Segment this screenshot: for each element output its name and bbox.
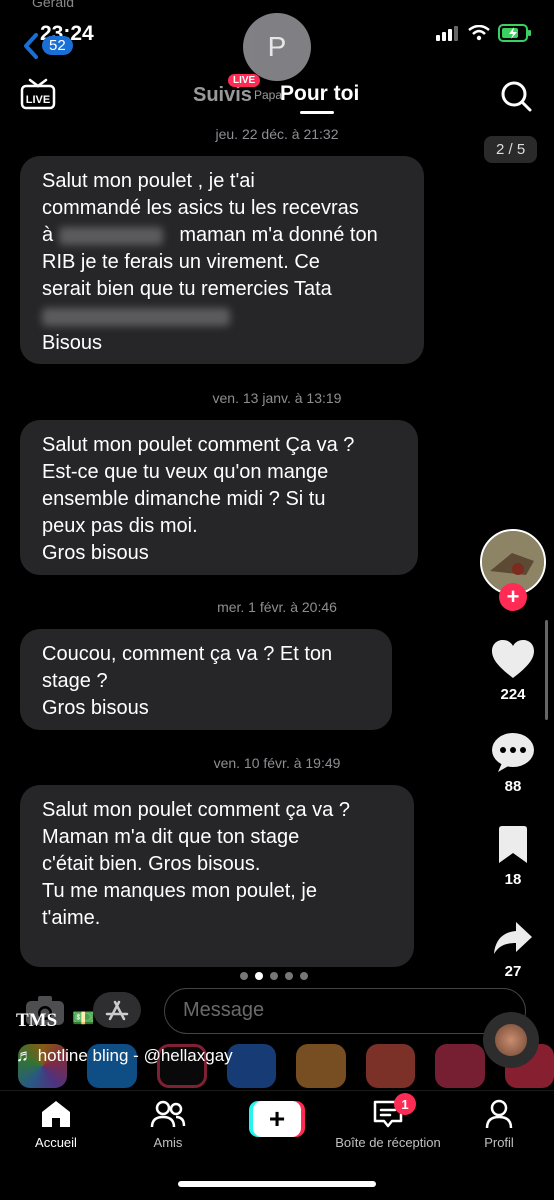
message-bubble: Salut mon poulet , je t'ai commandé les … [20, 156, 424, 364]
message-line: Salut mon poulet , je t'ai [42, 170, 255, 192]
caption-emoji: 💵 [72, 1008, 95, 1028]
nav-home[interactable]: Accueil [28, 1099, 84, 1150]
plus-icon: + [253, 1101, 301, 1137]
message-line: Est-ce que tu veux qu'on mange [42, 461, 329, 483]
message-line: t'aime. [42, 907, 101, 929]
search-app-icon[interactable] [435, 1044, 485, 1088]
message-line: stage ? [42, 670, 108, 692]
carousel-dot [270, 972, 278, 980]
scrollbar[interactable] [545, 620, 548, 720]
redacted-text [42, 307, 230, 326]
message-line: Coucou, comment ça va ? Et ton [42, 643, 333, 665]
message-timestamp: ven. 10 févr. à 19:49 [213, 755, 341, 771]
carousel-dot [240, 972, 248, 980]
redacted-text [58, 226, 163, 245]
chevron-left-icon [24, 33, 38, 59]
home-icon [42, 1101, 70, 1127]
message-line: serait bien que tu remercies Tata [42, 278, 332, 300]
message-bubble: Salut mon poulet comment Ça va ? Est-ce … [20, 420, 418, 575]
tab-following[interactable]: Suivis [193, 84, 252, 107]
back-button[interactable]: 52 [22, 30, 82, 60]
message-line: Gros bisous [42, 542, 149, 564]
home-indicator[interactable] [178, 1181, 376, 1187]
heart-icon[interactable] [490, 638, 536, 680]
message-timestamp: ven. 13 janv. à 13:19 [212, 390, 342, 406]
creator-username[interactable]: TMS [16, 1010, 57, 1032]
message-bubble: Salut mon poulet comment ça va ? Maman m… [20, 785, 414, 967]
search-icon[interactable] [500, 80, 532, 112]
message-line [42, 303, 404, 330]
share-icon[interactable] [492, 920, 534, 956]
stickers-app-icon[interactable] [365, 1044, 416, 1088]
tab-for-you[interactable]: Pour toi [280, 82, 359, 106]
message-line: Salut mon poulet comment Ça va ? [42, 434, 355, 456]
nav-friends-label: Amis [153, 1135, 183, 1150]
create-post-button[interactable]: + [249, 1101, 305, 1137]
carousel-dot [285, 972, 293, 980]
profile-icon [485, 1099, 513, 1129]
message-line: peux pas dis moi. [42, 515, 198, 537]
photo-counter: 2 / 5 [484, 136, 538, 163]
message-line: Maman m'a dit que ton stage [42, 826, 300, 848]
message-input[interactable]: Message [164, 988, 526, 1034]
carrier-label: Gérald [32, 0, 75, 10]
message-line: RIB je te ferais un virement. Ce [42, 251, 320, 273]
like-count: 224 [500, 686, 526, 703]
music-disc[interactable] [483, 1012, 539, 1068]
message-line: Bisous [42, 332, 103, 354]
message-line: Tu me manques mon poulet, je [42, 880, 317, 902]
comment-icon[interactable] [490, 731, 536, 773]
active-tab-indicator [300, 111, 334, 114]
comment-count: 88 [504, 778, 522, 795]
music-disc-cover [495, 1024, 527, 1056]
friends-icon [150, 1100, 186, 1128]
message-line: Salut mon poulet comment ça va ? [42, 799, 350, 821]
app-store-icon [105, 1000, 129, 1021]
nav-friends[interactable]: Amis [140, 1099, 196, 1150]
message-line: ensemble dimanche midi ? Si tu [42, 488, 326, 510]
carousel-dot [255, 972, 263, 980]
system-status-icons [436, 24, 532, 42]
message-line: à maman m'a donné ton [42, 224, 378, 246]
cellular-signal-icon [436, 26, 458, 41]
inbox-badge: 1 [394, 1093, 416, 1115]
nav-profile[interactable]: Profil [471, 1099, 527, 1150]
message-line: Gros bisous [42, 697, 149, 719]
nav-inbox-label: Boîte de réception [335, 1135, 441, 1150]
live-user-label: Papa [254, 88, 283, 102]
bookmark-icon[interactable] [497, 825, 529, 865]
message-timestamp: jeu. 22 déc. à 21:32 [215, 126, 339, 142]
app-store-button[interactable] [93, 992, 141, 1028]
music-track[interactable]: ♬ hotline bling - @hellaxgay [16, 1046, 233, 1066]
svg-text:LIVE: LIVE [26, 94, 50, 106]
live-badge: LIVE [228, 74, 261, 87]
nav-inbox[interactable]: Boîte de réception [330, 1099, 446, 1150]
share-count: 27 [504, 963, 522, 980]
battery-charging-icon [498, 24, 531, 42]
message-line: commandé les asics tu les recevras [42, 197, 359, 219]
carousel-dot [300, 972, 308, 980]
save-count: 18 [504, 871, 522, 888]
live-tv-icon[interactable]: LIVE [20, 78, 56, 110]
wifi-icon [468, 25, 490, 41]
audio-app-icon[interactable] [226, 1044, 277, 1088]
message-bubble: Coucou, comment ça va ? Et ton stage ? G… [20, 629, 392, 730]
nav-profile-label: Profil [484, 1135, 514, 1150]
contact-avatar: P [243, 13, 311, 81]
carousel-dots [240, 972, 308, 980]
nav-home-label: Accueil [35, 1135, 77, 1150]
follow-button[interactable]: + [499, 583, 527, 611]
message-line: c'était bien. Gros bisous. [42, 853, 261, 875]
memoji-app-icon[interactable] [296, 1044, 346, 1088]
back-count-badge: 52 [42, 36, 73, 55]
message-timestamp: mer. 1 févr. à 20:46 [217, 599, 337, 615]
